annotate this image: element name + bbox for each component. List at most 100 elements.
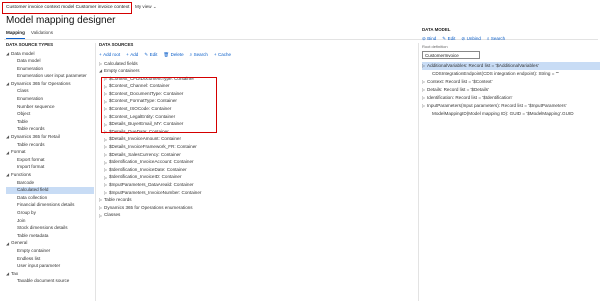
data-source-row[interactable]: ▷ Table records (99, 197, 417, 205)
tree-item[interactable]: Endless list (6, 255, 94, 263)
tree-item-label: Join (17, 217, 26, 223)
tree-item-label: Stock dimensions details (17, 225, 68, 231)
tree-item-label: Data collection (17, 194, 48, 200)
data-source-label: $Identification_InvoiceDate: Container (109, 166, 187, 172)
tree-item[interactable]: ◢ Dynamics 365 for Operations (6, 80, 94, 88)
tree-item[interactable]: Object (6, 111, 94, 119)
toolbar-button-search[interactable]: ⌕ Search (190, 53, 208, 58)
data-source-row[interactable]: ▷ Dynamics 365 for Operations enumeration… (99, 204, 417, 212)
data-source-row[interactable]: ▷ $InputParameters_DataAreald: Container (99, 182, 417, 190)
highlight-box (101, 77, 217, 133)
tree-item[interactable]: Table records (6, 141, 94, 149)
tree-item[interactable]: ◢ Dynamics 365 for Retail (6, 134, 94, 142)
data-source-row[interactable]: ▷ $InputParameters_InvoiceNumber: Contain… (99, 189, 417, 197)
toolbar-icon: ⊘ (422, 36, 426, 42)
tree-item-label: Class (17, 88, 29, 94)
data-source-types-header: DATA SOURCE TYPES (6, 42, 53, 47)
tree-item[interactable]: Empty container (6, 247, 94, 255)
tree-item[interactable]: Data collection (6, 194, 94, 202)
toolbar-button-unbind[interactable]: ⊘ Unbind (461, 37, 481, 42)
data-model-row[interactable]: ▷ InputParameters(Input parameters): Reco… (422, 102, 600, 110)
tree-item[interactable]: Calculated field (6, 186, 94, 195)
data-model-row[interactable]: ModelMappingID(Model mapping ID): GUID =… (422, 110, 600, 118)
tree-item[interactable]: Number sequence (6, 103, 94, 111)
toolbar-button-edit[interactable]: ✎ Edit (144, 53, 157, 58)
window-title-tab[interactable]: Customer invoice context model Customer … (2, 2, 132, 14)
data-model-row[interactable]: ▷ Identification: Record list = '$Identif… (422, 94, 600, 102)
tree-item[interactable]: Barcode (6, 179, 94, 187)
toolbar-button-search[interactable]: ⌕ Search (487, 37, 505, 42)
data-source-row[interactable]: ▷ $Details_SalesCurrency: Container (99, 151, 417, 159)
tree-item[interactable]: Data model (6, 58, 94, 66)
tree-item[interactable]: Table records (6, 126, 94, 134)
data-source-label: $Identification_InvoiceID: Container (109, 174, 182, 180)
toolbar-icon: + (99, 52, 102, 58)
tree-item-label: Data model (17, 58, 41, 64)
toolbar-button-cache[interactable]: + Cache (214, 53, 231, 58)
tree-item[interactable]: Taxable document source (6, 278, 94, 286)
tree-item-label: Table (17, 118, 28, 124)
toolbar-button-add[interactable]: + Add (126, 53, 138, 58)
tree-item[interactable]: Class (6, 88, 94, 96)
toolbar-button-label: Edit (149, 52, 158, 58)
tree-item[interactable]: User input parameter (6, 263, 94, 271)
tree-item-label: Endless list (17, 255, 41, 261)
data-model-row[interactable]: ▷ Context: Record list = '$Context' (422, 78, 600, 86)
data-source-row[interactable]: ▷ $Details_InvoiceAmount: Container (99, 136, 417, 144)
toolbar-button-edit[interactable]: ✎ Edit (442, 37, 455, 42)
tree-item[interactable]: Table (6, 118, 94, 126)
toolbar-button-bind[interactable]: ⊘ Bind (422, 37, 436, 42)
tree-item[interactable]: Financial dimensions details (6, 202, 94, 210)
data-model-row[interactable]: CDSIntegrationEndpoint(CDS integration e… (422, 70, 600, 78)
tab-validations[interactable]: Validations (31, 30, 53, 39)
toolbar-button-add-root[interactable]: + Add root (99, 53, 120, 58)
tree-item-label: Format (11, 149, 26, 155)
tree-item[interactable]: ◢ Tax (6, 270, 94, 278)
toolbar-icon: 🗑 (163, 52, 170, 58)
data-source-label: $InputParameters_DataAreald: Container (109, 182, 194, 187)
data-source-row[interactable]: ▷ $Identification_InvoiceDate: Container (99, 166, 417, 174)
tree-item[interactable]: ◢ Data model (6, 50, 94, 58)
tree-item[interactable]: Import format (6, 164, 94, 172)
toolbar-icon: ⌕ (486, 36, 490, 42)
tree-item[interactable]: Group by (6, 209, 94, 217)
data-source-row[interactable]: ▷ $Identification_InvoiceID: Container (99, 174, 417, 182)
tree-item[interactable]: ◢ General (6, 240, 94, 248)
data-source-label: Classes (104, 212, 121, 218)
data-sources-header: DATA SOURCES (99, 42, 134, 47)
root-definition-field[interactable]: CustomerInvoice (422, 51, 480, 59)
data-model-tree: ▷ AdditionalVariables: Record list = '$Ad… (422, 62, 600, 118)
tree-item-label: Barcode (17, 179, 35, 185)
tree-item[interactable]: ◢ Functions (6, 172, 94, 180)
toolbar-icon: ✎ (144, 52, 149, 58)
data-model-row[interactable]: ▷ AdditionalVariables: Record list = '$Ad… (422, 62, 600, 70)
data-source-row[interactable]: ▷ Calculated fields (99, 60, 417, 68)
tree-item[interactable]: Table metadata (6, 232, 94, 240)
tree-item-label: Enumeration (17, 65, 44, 71)
tree-item[interactable]: Stock dimensions details (6, 225, 94, 233)
data-source-row[interactable]: ▷ $Identification_InvoiceAccount: Contain… (99, 159, 417, 167)
toolbar-button-delete[interactable]: 🗑 Delete (163, 53, 183, 58)
data-source-row[interactable]: ▷ Classes (99, 212, 417, 220)
toolbar-button-label: Edit (447, 36, 456, 42)
view-toggle[interactable]: My view ⌄ (135, 4, 157, 10)
data-source-row[interactable]: ▷ $Details_InvoiceFramework_FR: Container (99, 144, 417, 152)
tab-mapping[interactable]: Mapping (6, 30, 25, 39)
tab-bar: Mapping Validations (6, 30, 53, 39)
tree-item[interactable]: Enumeration user input parameter (6, 73, 94, 81)
tree-item-label: Group by (17, 209, 36, 215)
data-model-row[interactable]: ▷ Details: Record list = '$Details' (422, 86, 600, 94)
toolbar-icon: + (213, 52, 217, 58)
tree-item[interactable]: Enumeration (6, 96, 94, 104)
toolbar-icon: ⌕ (189, 52, 193, 58)
tree-item-label: Calculated field (17, 187, 49, 193)
data-model-label: Identification: Record list = '$Identifi… (427, 94, 513, 100)
toolbar-button-label: Add root (103, 52, 121, 58)
tree-item[interactable]: Enumeration (6, 65, 94, 73)
tree-item-label: Export format (17, 156, 45, 162)
tree-item[interactable]: ◢ Format (6, 149, 94, 157)
data-source-label: Dynamics 365 for Operations enumerations (104, 204, 193, 210)
data-source-row[interactable]: ◢ Empty containers (99, 68, 417, 76)
tree-item[interactable]: Join (6, 217, 94, 225)
tree-item[interactable]: Export format (6, 156, 94, 164)
